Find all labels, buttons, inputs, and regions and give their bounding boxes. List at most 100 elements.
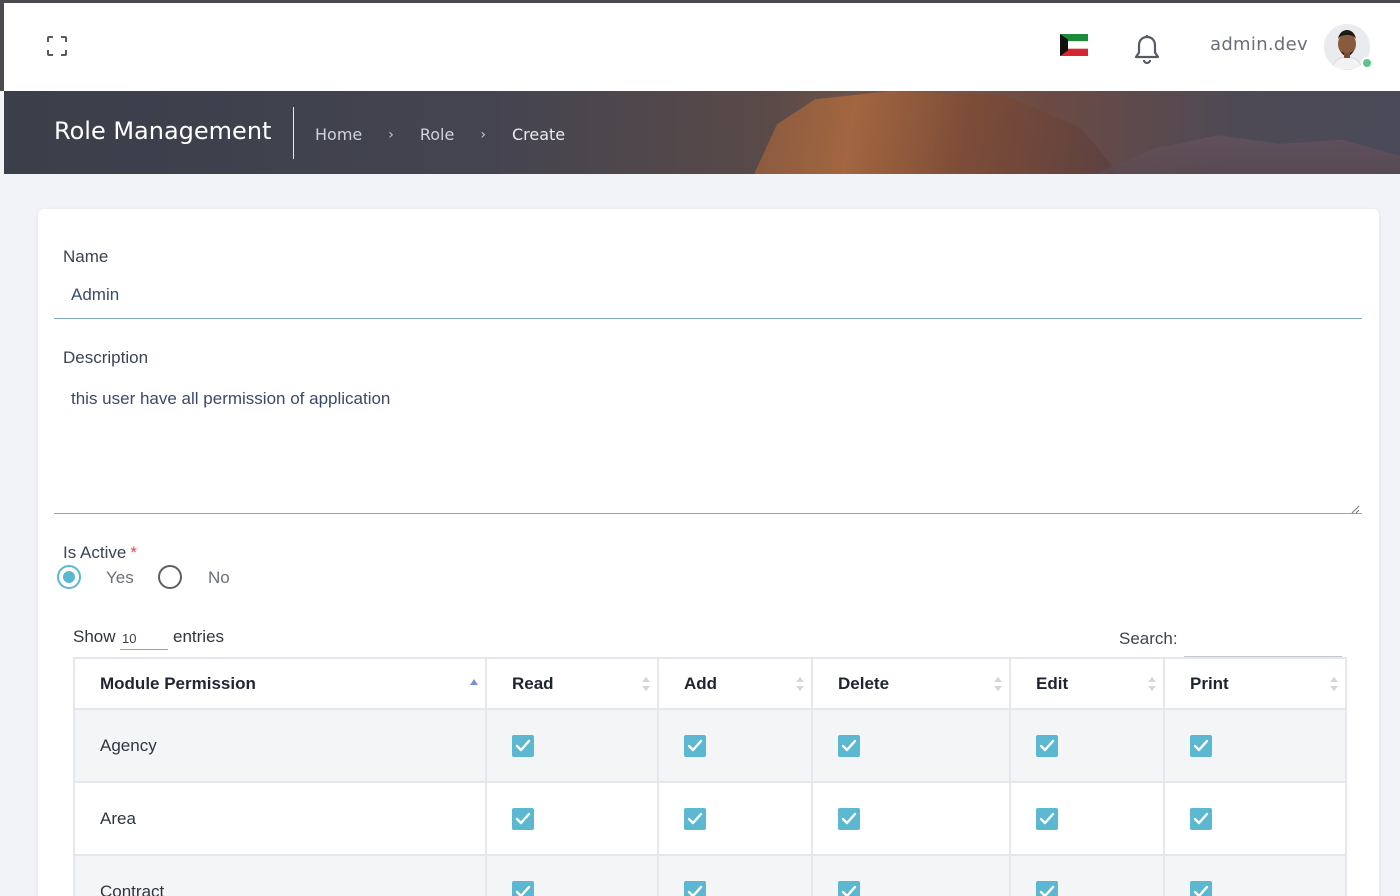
table-body: Agency Area Contract <box>73 708 1347 896</box>
description-textarea[interactable]: this user have all permission of applica… <box>54 374 1362 514</box>
checkbox-print[interactable] <box>1190 880 1212 896</box>
top-navbar: admin.dev <box>0 0 1400 91</box>
permission-cell-read <box>485 854 659 896</box>
permission-cell-add <box>657 854 813 896</box>
is-active-label: Is Active * <box>63 543 137 563</box>
checkbox-print[interactable] <box>1190 734 1212 757</box>
column-header-label: Delete <box>838 673 890 693</box>
column-header-edit[interactable]: Edit <box>1009 657 1165 710</box>
radio-yes[interactable] <box>57 565 81 589</box>
column-header-label: Edit <box>1036 673 1069 693</box>
checkbox-read[interactable] <box>512 807 534 830</box>
permissions-table: Module Permission Read Add Delete Edit P… <box>73 657 1347 896</box>
checkbox-add[interactable] <box>684 880 706 896</box>
banner-background-mountains <box>1094 135 1400 174</box>
checkbox-delete[interactable] <box>838 880 860 896</box>
checkbox-edit[interactable] <box>1036 734 1058 757</box>
checkmark-icon <box>515 812 531 824</box>
checkmark-icon <box>515 885 531 896</box>
column-header-label: Read <box>512 673 554 693</box>
permission-cell-print <box>1163 708 1347 783</box>
breadcrumb: Home › Role › Create <box>315 125 565 144</box>
sort-icon <box>1148 677 1156 691</box>
checkbox-add[interactable] <box>684 734 706 757</box>
name-label: Name <box>63 247 109 266</box>
permission-cell-delete <box>811 781 1011 856</box>
checkbox-delete[interactable] <box>838 807 860 830</box>
chevron-right-icon: › <box>388 126 394 143</box>
checkmark-icon <box>687 885 703 896</box>
radio-yes-label[interactable]: Yes <box>106 568 134 588</box>
sort-icon <box>796 677 804 691</box>
chevron-right-icon: › <box>480 126 486 143</box>
banner-background-image <box>754 91 1119 174</box>
table-header-row: Module Permission Read Add Delete Edit P… <box>73 657 1347 710</box>
checkmark-icon <box>1039 812 1055 824</box>
permission-cell-edit <box>1009 781 1165 856</box>
search-input[interactable] <box>1184 627 1342 657</box>
table-row: Area <box>73 781 1347 856</box>
checkmark-icon <box>1193 812 1209 824</box>
name-value: Admin <box>71 285 120 304</box>
permission-cell-read <box>485 781 659 856</box>
permission-cell-edit <box>1009 854 1165 896</box>
breadcrumb-home[interactable]: Home <box>315 125 362 144</box>
username-label[interactable]: admin.dev <box>1210 34 1308 55</box>
permission-cell-add <box>657 708 813 783</box>
title-divider <box>293 107 294 159</box>
checkmark-icon <box>1193 739 1209 751</box>
checkbox-delete[interactable] <box>838 734 860 757</box>
checkbox-edit[interactable] <box>1036 807 1058 830</box>
page-header-banner: Role Management Home › Role › Create <box>4 91 1400 174</box>
column-header-module[interactable]: Module Permission <box>73 657 487 710</box>
checkbox-read[interactable] <box>512 734 534 757</box>
resize-handle-icon[interactable] <box>1350 501 1360 514</box>
module-name-cell: Contract <box>73 854 487 896</box>
is-active-label-text: Is Active <box>63 543 127 562</box>
entries-select[interactable]: 10 <box>120 626 168 650</box>
column-header-add[interactable]: Add <box>657 657 813 710</box>
checkmark-icon <box>1039 885 1055 896</box>
online-status-dot <box>1361 57 1373 69</box>
fullscreen-icon[interactable] <box>44 33 70 59</box>
name-field[interactable]: Admin <box>54 279 1362 319</box>
show-label: Show <box>73 627 116 646</box>
checkmark-icon <box>841 739 857 751</box>
checkmark-icon <box>687 739 703 751</box>
required-mark: * <box>130 543 137 562</box>
checkbox-read[interactable] <box>512 880 534 896</box>
page-title: Role Management <box>54 117 272 145</box>
description-label: Description <box>63 348 149 367</box>
radio-no[interactable] <box>158 565 182 589</box>
checkmark-icon <box>841 885 857 896</box>
column-header-read[interactable]: Read <box>485 657 659 710</box>
checkmark-icon <box>1039 739 1055 751</box>
kuwait-flag-icon[interactable] <box>1060 34 1088 56</box>
description-value: this user have all permission of applica… <box>71 389 391 408</box>
bell-icon[interactable] <box>1132 33 1162 65</box>
radio-no-label[interactable]: No <box>208 568 230 588</box>
breadcrumb-role[interactable]: Role <box>420 125 454 144</box>
permission-cell-read <box>485 708 659 783</box>
sort-asc-icon <box>470 679 478 685</box>
table-row: Agency <box>73 708 1347 783</box>
checkmark-icon <box>687 812 703 824</box>
column-header-delete[interactable]: Delete <box>811 657 1011 710</box>
permission-cell-edit <box>1009 708 1165 783</box>
column-header-label: Add <box>684 673 718 693</box>
checkmark-icon <box>841 812 857 824</box>
sort-icon <box>642 677 650 691</box>
permission-cell-delete <box>811 708 1011 783</box>
table-row: Contract <box>73 854 1347 896</box>
column-header-print[interactable]: Print <box>1163 657 1347 710</box>
checkbox-print[interactable] <box>1190 807 1212 830</box>
column-header-label: Print <box>1190 673 1229 693</box>
checkbox-add[interactable] <box>684 807 706 830</box>
sort-icon <box>994 677 1002 691</box>
permission-cell-add <box>657 781 813 856</box>
module-name-cell: Agency <box>73 708 487 783</box>
module-name-cell: Area <box>73 781 487 856</box>
checkmark-icon <box>1193 885 1209 896</box>
checkbox-edit[interactable] <box>1036 880 1058 896</box>
column-header-label: Module Permission <box>100 673 256 693</box>
